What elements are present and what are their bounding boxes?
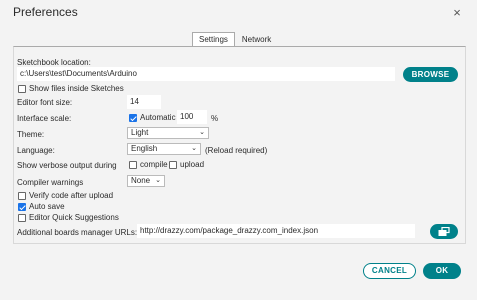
auto-save-row: Auto save [18,202,65,211]
window-edit-icon [438,227,450,236]
language-select[interactable]: English ⌄ [127,143,201,155]
editor-font-input[interactable]: 14 [127,95,161,109]
sketchbook-label: Sketchbook location: [17,58,91,67]
language-label: Language: [17,146,55,155]
tab-bar: Settings Network [192,32,279,47]
language-value: English [131,144,158,153]
close-icon[interactable]: × [449,5,465,21]
compiler-warnings-label: Compiler warnings [17,178,84,187]
show-files-row: Show files inside Sketches [18,84,124,93]
scale-unit: % [211,114,219,123]
quick-suggestions-label: Editor Quick Suggestions [29,213,119,222]
upload-checkbox[interactable] [169,160,177,169]
editor-font-label: Editor font size: [17,98,73,107]
quick-suggestions-checkbox[interactable] [18,213,26,222]
quick-suggestions-row: Editor Quick Suggestions [18,213,119,222]
show-files-checkbox[interactable] [18,84,26,93]
boards-manager-url-input[interactable]: http://drazzy.com/package_drazzy.com_ind… [137,224,415,238]
browse-button[interactable]: BROWSE [403,67,458,82]
window-title: Preferences [13,5,78,19]
automatic-label: Automatic [140,113,176,122]
tab-network[interactable]: Network [234,32,279,47]
sketchbook-path-input[interactable]: c:\Users\test\Documents\Arduino [17,67,395,81]
auto-save-label: Auto save [29,202,65,211]
reload-note: (Reload required) [205,146,268,155]
interface-scale-label: Interface scale: [17,114,72,123]
ok-button[interactable]: OK [423,263,461,279]
tab-settings[interactable]: Settings [192,32,235,47]
cancel-button[interactable]: CANCEL [363,263,416,279]
upload-label: upload [180,160,205,169]
compile-checkbox[interactable] [129,160,137,169]
theme-label: Theme: [17,130,45,139]
upload-row: upload [169,160,204,169]
verify-code-row: Verify code after upload [18,191,113,200]
chevron-down-icon: ⌄ [155,177,161,184]
automatic-checkbox[interactable] [129,113,137,122]
automatic-row: Automatic [129,113,176,122]
theme-select[interactable]: Light ⌄ [127,127,209,139]
auto-save-checkbox[interactable] [18,202,26,211]
verify-code-label: Verify code after upload [29,191,114,200]
theme-value: Light [131,128,149,137]
compile-row: compile [129,160,168,169]
verbose-label: Show verbose output during [17,161,117,170]
verify-code-checkbox[interactable] [18,191,26,200]
compile-label: compile [140,160,168,169]
show-files-label: Show files inside Sketches [29,84,124,93]
scale-input[interactable]: 100 [177,110,207,124]
compiler-warnings-select[interactable]: None ⌄ [127,175,165,187]
chevron-down-icon: ⌄ [191,145,197,152]
boards-manager-label: Additional boards manager URLs: [17,228,138,237]
compiler-warnings-value: None [131,176,151,185]
title-bar: Preferences × [0,0,477,26]
chevron-down-icon: ⌄ [199,129,205,136]
boards-url-edit-button[interactable] [430,224,458,239]
